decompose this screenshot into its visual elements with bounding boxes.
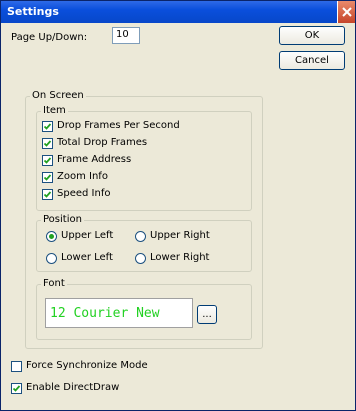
- radio-label: Lower Right: [150, 252, 210, 263]
- font-group: Font 12 Courier New ...: [36, 278, 252, 340]
- page-updown-label: Page Up/Down:: [11, 32, 88, 43]
- cancel-button-label: Cancel: [295, 55, 329, 66]
- font-preview-text: 12 Courier New: [50, 305, 160, 321]
- on-screen-group-title: On Screen: [30, 90, 86, 101]
- checkbox-box[interactable]: [42, 138, 53, 149]
- checkbox-zoom-info[interactable]: Zoom Info: [42, 171, 242, 185]
- checkmark-icon: [43, 123, 52, 130]
- on-screen-group: On Screen Item Drop Frames Per Second To…: [25, 90, 263, 349]
- window-title: Settings: [7, 5, 59, 18]
- radio-upper-right[interactable]: Upper Right: [135, 230, 230, 244]
- position-group: Position Upper Left Upper Right Lower Le…: [36, 214, 252, 272]
- checkbox-box[interactable]: [11, 383, 22, 394]
- cancel-button[interactable]: Cancel: [279, 51, 345, 70]
- radio-button[interactable]: [135, 253, 146, 264]
- item-group: Item Drop Frames Per Second Total Drop F…: [36, 105, 252, 211]
- radio-label: Upper Left: [61, 230, 114, 241]
- checkbox-speed-info[interactable]: Speed Info: [42, 188, 242, 202]
- settings-window: Settings Page Up/Down: 10 OK Cancel On S…: [0, 0, 356, 411]
- checkbox-total-drop-frames[interactable]: Total Drop Frames: [42, 137, 242, 151]
- ok-button[interactable]: OK: [279, 26, 345, 45]
- checkbox-label: Zoom Info: [57, 171, 108, 182]
- checkmark-icon: [12, 385, 21, 392]
- font-browse-label: ...: [202, 309, 212, 320]
- checkbox-label: Speed Info: [57, 188, 111, 199]
- checkbox-label: Drop Frames Per Second: [57, 120, 180, 131]
- checkbox-label: Total Drop Frames: [57, 137, 148, 148]
- checkbox-label: Force Synchronize Mode: [26, 360, 148, 371]
- page-updown-value: 10: [116, 29, 129, 40]
- radio-lower-left[interactable]: Lower Left: [46, 252, 131, 266]
- checkbox-box[interactable]: [42, 172, 53, 183]
- checkmark-icon: [43, 174, 52, 181]
- checkbox-force-synchronize-mode[interactable]: Force Synchronize Mode: [11, 360, 211, 374]
- checkbox-box[interactable]: [42, 189, 53, 200]
- font-preview: 12 Courier New: [45, 298, 193, 328]
- checkmark-icon: [43, 191, 52, 198]
- item-group-title: Item: [41, 105, 68, 116]
- close-button[interactable]: [337, 1, 355, 23]
- radio-lower-right[interactable]: Lower Right: [135, 252, 230, 266]
- checkbox-label: Enable DirectDraw: [26, 382, 120, 393]
- checkbox-box[interactable]: [42, 155, 53, 166]
- radio-button[interactable]: [46, 253, 57, 264]
- radio-upper-left[interactable]: Upper Left: [46, 230, 131, 244]
- title-bar[interactable]: Settings: [1, 1, 355, 23]
- checkbox-drop-frames-per-second[interactable]: Drop Frames Per Second: [42, 120, 242, 134]
- close-icon: [341, 7, 352, 17]
- position-group-title: Position: [41, 214, 84, 225]
- checkmark-icon: [43, 140, 52, 147]
- radio-button[interactable]: [135, 231, 146, 242]
- checkbox-box[interactable]: [11, 361, 22, 372]
- checkbox-box[interactable]: [42, 121, 53, 132]
- font-browse-button[interactable]: ...: [197, 305, 217, 324]
- ok-button-label: OK: [304, 30, 320, 41]
- checkmark-icon: [43, 157, 52, 164]
- checkbox-enable-directdraw[interactable]: Enable DirectDraw: [11, 382, 211, 396]
- radio-label: Upper Right: [150, 230, 210, 241]
- radio-button[interactable]: [46, 231, 57, 242]
- page-updown-input[interactable]: 10: [112, 27, 140, 44]
- checkbox-label: Frame Address: [57, 154, 132, 165]
- radio-label: Lower Left: [61, 252, 113, 263]
- font-group-title: Font: [41, 278, 67, 289]
- checkbox-frame-address[interactable]: Frame Address: [42, 154, 242, 168]
